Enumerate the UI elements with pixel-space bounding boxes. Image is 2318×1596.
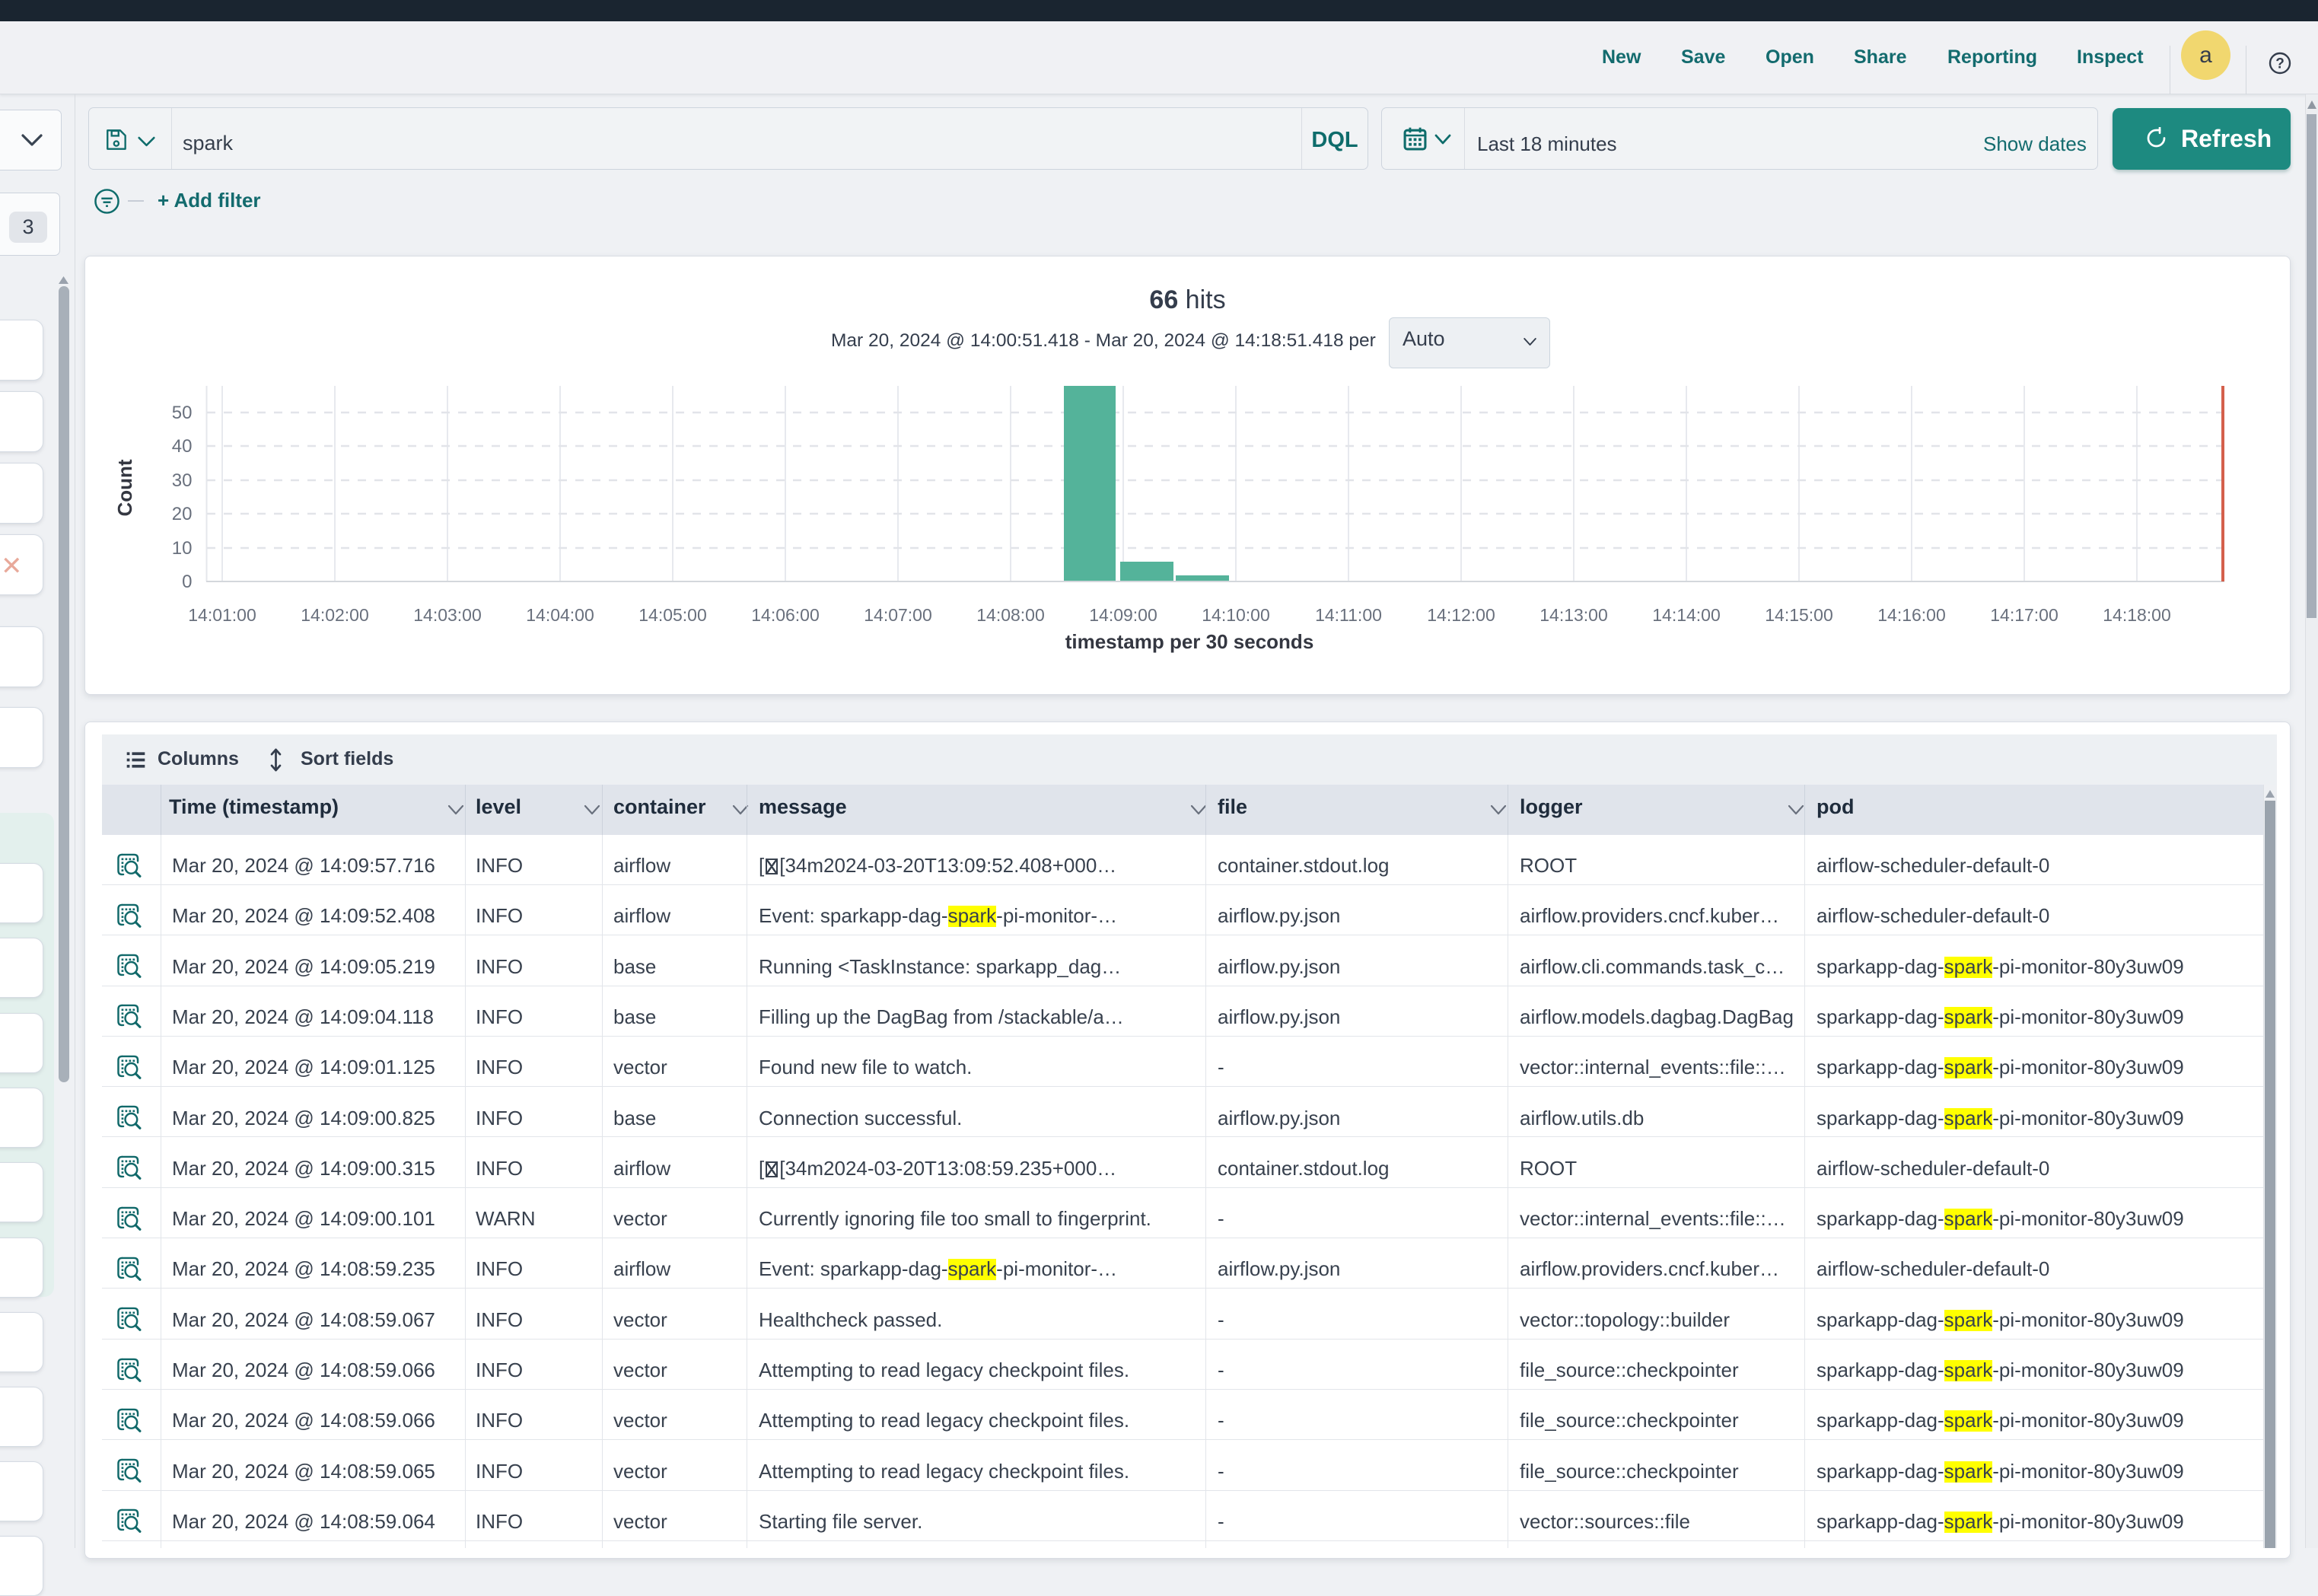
svg-text:14:01:00: 14:01:00 — [188, 605, 256, 625]
svg-text:14:17:00: 14:17:00 — [1990, 605, 2058, 625]
svg-text:14:05:00: 14:05:00 — [638, 605, 707, 625]
svg-text:14:10:00: 14:10:00 — [1202, 605, 1270, 625]
svg-text:14:18:00: 14:18:00 — [2103, 605, 2171, 625]
svg-text:14:02:00: 14:02:00 — [301, 605, 369, 625]
svg-text:20: 20 — [172, 504, 193, 524]
svg-text:14:09:00: 14:09:00 — [1089, 605, 1157, 625]
svg-text:14:03:00: 14:03:00 — [413, 605, 482, 625]
svg-text:14:13:00: 14:13:00 — [1539, 605, 1608, 625]
svg-text:14:15:00: 14:15:00 — [1765, 605, 1833, 625]
svg-text:14:12:00: 14:12:00 — [1427, 605, 1495, 625]
svg-text:0: 0 — [182, 572, 192, 592]
svg-text:14:14:00: 14:14:00 — [1652, 605, 1721, 625]
svg-text:30: 30 — [172, 470, 193, 491]
svg-text:40: 40 — [172, 436, 193, 457]
svg-text:Count: Count — [113, 459, 136, 516]
svg-text:?: ? — [2275, 56, 2285, 72]
svg-text:14:07:00: 14:07:00 — [864, 605, 932, 625]
svg-text:14:16:00: 14:16:00 — [1877, 605, 1946, 625]
svg-text:timestamp per 30 seconds: timestamp per 30 seconds — [1065, 630, 1314, 653]
svg-text:14:06:00: 14:06:00 — [751, 605, 820, 625]
svg-text:14:04:00: 14:04:00 — [526, 605, 594, 625]
svg-text:10: 10 — [172, 538, 193, 559]
svg-text:14:11:00: 14:11:00 — [1315, 605, 1382, 625]
svg-text:14:08:00: 14:08:00 — [976, 605, 1045, 625]
svg-text:50: 50 — [172, 403, 193, 423]
